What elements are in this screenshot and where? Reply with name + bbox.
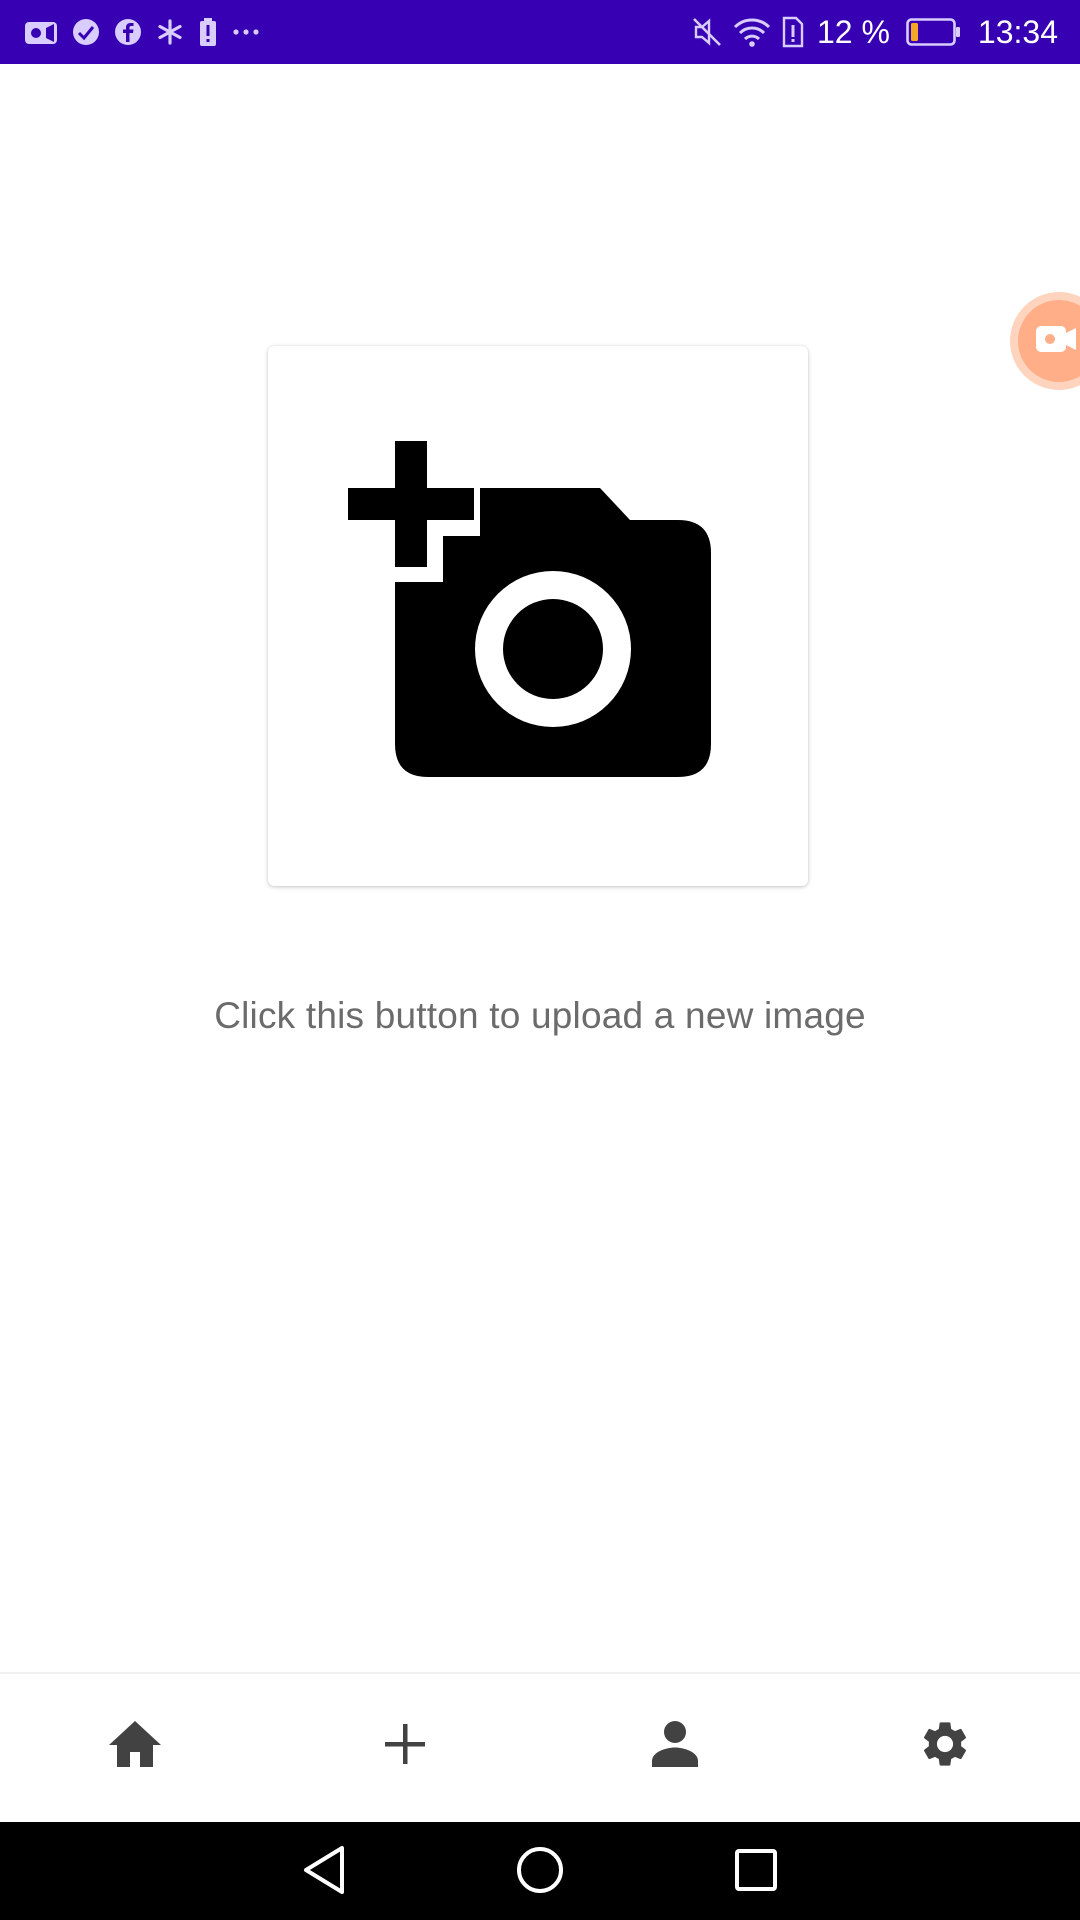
clock: 13:34 [977,13,1058,50]
plus-icon [383,1722,427,1771]
home-icon [107,1719,163,1774]
upload-image-button[interactable] [268,346,808,886]
battery-alert-icon [198,17,218,47]
checkmark-circle-icon [72,18,100,46]
system-navigation-bar [0,1822,1080,1920]
video-camera-icon [24,18,58,46]
battery-percent: 12 % [816,13,890,50]
notification-icons [24,14,260,50]
battery-icon [906,17,962,47]
system-status: 12 % 13:34 [691,10,1058,54]
system-recents-button[interactable] [726,1842,786,1902]
more-dots-icon [232,27,260,37]
system-home-button[interactable] [510,1842,570,1902]
system-back-button[interactable] [294,1842,354,1902]
upload-caption: Click this button to upload a new image [214,995,866,1036]
person-icon [650,1719,700,1774]
nav-home[interactable] [0,1674,270,1824]
add-a-photo-icon [348,441,718,786]
sim-alert-icon [781,16,805,48]
facebook-icon [114,18,142,46]
screen-recorder-bubble[interactable] [1010,292,1080,390]
bottom-navigation [0,1672,1080,1824]
mute-icon [691,16,723,48]
nav-profile[interactable] [540,1674,810,1824]
app-screen: 12 % 13:34 Click this button to upload a… [0,0,1080,1920]
back-triangle-icon [300,1844,348,1901]
asterisk-icon [156,18,184,46]
nav-add[interactable] [270,1674,540,1824]
home-circle-icon [515,1845,565,1900]
screen-recorder-icon [1036,323,1076,360]
nav-settings[interactable] [810,1674,1080,1824]
wifi-icon [733,16,771,48]
status-bar: 12 % 13:34 [0,0,1080,64]
recents-square-icon [733,1847,779,1898]
settings-gear-icon [918,1717,972,1776]
